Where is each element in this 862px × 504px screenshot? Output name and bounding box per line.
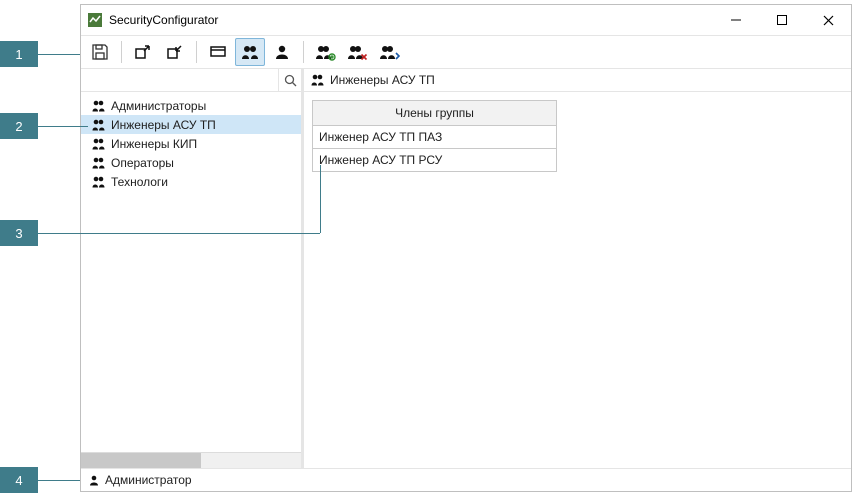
details-panel: Инженеры АСУ ТП Члены группы Инженер АСУ… (304, 69, 851, 468)
tree-item[interactable]: Инженеры АСУ ТП (81, 115, 301, 134)
tree-item[interactable]: Операторы (81, 153, 301, 172)
remove-group-button[interactable] (342, 38, 372, 66)
members-table: Члены группы Инженер АСУ ТП ПАЗ Инженер … (312, 100, 557, 172)
status-user: Администратор (105, 473, 192, 487)
tree-item-label: Технологи (111, 175, 168, 189)
details-header: Инженеры АСУ ТП (304, 69, 851, 92)
tree-item-label: Инженеры АСУ ТП (111, 118, 216, 132)
minimize-button[interactable] (713, 5, 759, 35)
table-row[interactable]: Инженер АСУ ТП ПАЗ (313, 126, 557, 149)
group-icon (91, 136, 107, 152)
groups-tree[interactable]: Администраторы Инженеры АСУ ТП Инженеры … (81, 92, 301, 452)
groups-panel: Администраторы Инженеры АСУ ТП Инженеры … (81, 69, 304, 468)
copy-group-button[interactable] (374, 38, 404, 66)
group-icon (91, 174, 107, 190)
annotation-callout-4: 4 (0, 467, 80, 493)
app-icon (87, 12, 103, 28)
app-window: SecurityConfigurator (80, 4, 852, 492)
group-icon (91, 98, 107, 114)
group-icon (91, 155, 107, 171)
tree-item-label: Инженеры КИП (111, 137, 197, 151)
annotation-callout-2: 2 (0, 113, 88, 139)
horizontal-scrollbar[interactable] (81, 452, 301, 468)
group-icon (310, 72, 326, 88)
view-groups-button[interactable] (235, 38, 265, 66)
tree-item-label: Администраторы (111, 99, 206, 113)
import-button[interactable] (160, 38, 190, 66)
annotation-callout-1: 1 (0, 41, 80, 67)
details-title: Инженеры АСУ ТП (330, 73, 435, 87)
tree-item-label: Операторы (111, 156, 174, 170)
maximize-button[interactable] (759, 5, 805, 35)
search-button[interactable] (278, 69, 301, 91)
tree-item[interactable]: Технологи (81, 172, 301, 191)
group-icon (91, 117, 107, 133)
members-column-header[interactable]: Члены группы (313, 101, 557, 126)
member-cell: Инженер АСУ ТП ПАЗ (313, 126, 557, 149)
user-icon (87, 473, 101, 487)
member-cell: Инженер АСУ ТП РСУ (313, 149, 557, 172)
annotation-callout-3: 3 (0, 220, 320, 246)
tree-item[interactable]: Инженеры КИП (81, 134, 301, 153)
export-button[interactable] (128, 38, 158, 66)
save-button[interactable] (85, 38, 115, 66)
toolbar (81, 36, 851, 69)
view-users-button[interactable] (267, 38, 297, 66)
table-row[interactable]: Инженер АСУ ТП РСУ (313, 149, 557, 172)
close-button[interactable] (805, 5, 851, 35)
search-input[interactable] (81, 69, 278, 91)
view-screens-button[interactable] (203, 38, 233, 66)
client-area: Администраторы Инженеры АСУ ТП Инженеры … (81, 69, 851, 468)
titlebar: SecurityConfigurator (81, 5, 851, 36)
window-title: SecurityConfigurator (109, 13, 218, 27)
add-group-button[interactable] (310, 38, 340, 66)
tree-item[interactable]: Администраторы (81, 96, 301, 115)
statusbar: Администратор (81, 468, 851, 491)
